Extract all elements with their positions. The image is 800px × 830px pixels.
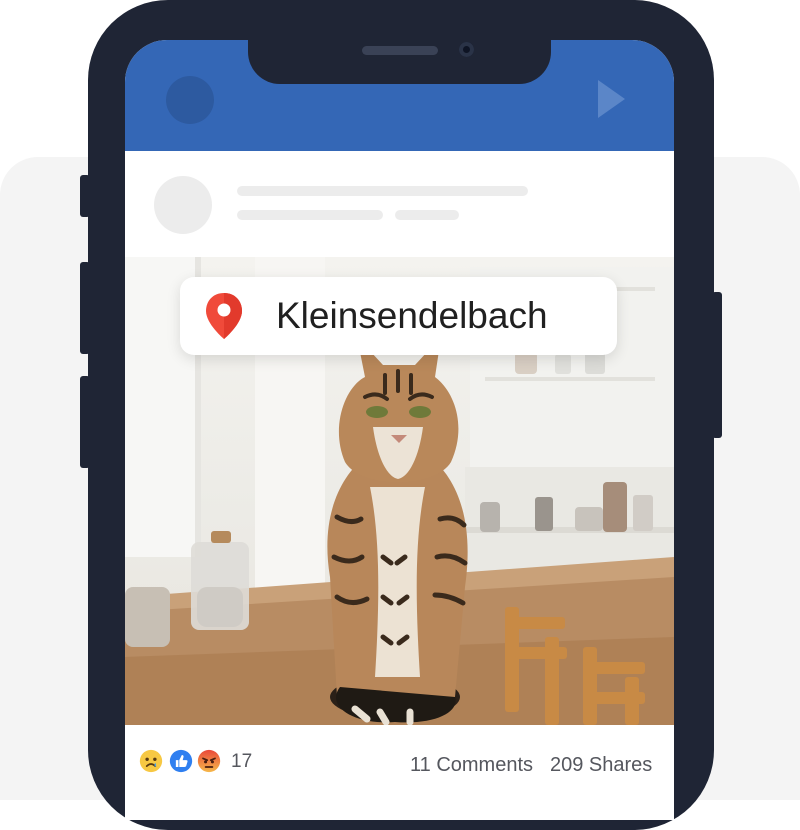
post-author-avatar[interactable] <box>154 176 212 234</box>
reaction-count[interactable]: 17 <box>231 751 252 773</box>
location-pin-icon <box>206 293 242 339</box>
shares-count-link[interactable]: 209 Shares <box>550 754 652 777</box>
play-icon[interactable] <box>598 80 625 118</box>
location-tag[interactable]: Kleinsendelbach <box>180 277 617 355</box>
profile-avatar[interactable] <box>166 76 214 124</box>
post-author-name-placeholder <box>237 186 528 196</box>
sad-reaction-icon[interactable] <box>137 747 165 775</box>
post-meta-placeholder <box>237 210 383 220</box>
angry-reaction-icon[interactable] <box>195 747 223 775</box>
location-name: Kleinsendelbach <box>276 295 548 336</box>
phone-camera <box>459 42 474 57</box>
phone-screen <box>125 40 674 820</box>
phone-speaker <box>362 46 438 55</box>
phone-notch <box>248 0 551 84</box>
comments-count-link[interactable]: 11 Comments <box>410 754 533 777</box>
like-reaction-icon[interactable] <box>167 747 195 775</box>
post-footer: 17 11 Comments 209 Shares <box>125 725 674 800</box>
post-meta-placeholder-short <box>395 210 459 220</box>
